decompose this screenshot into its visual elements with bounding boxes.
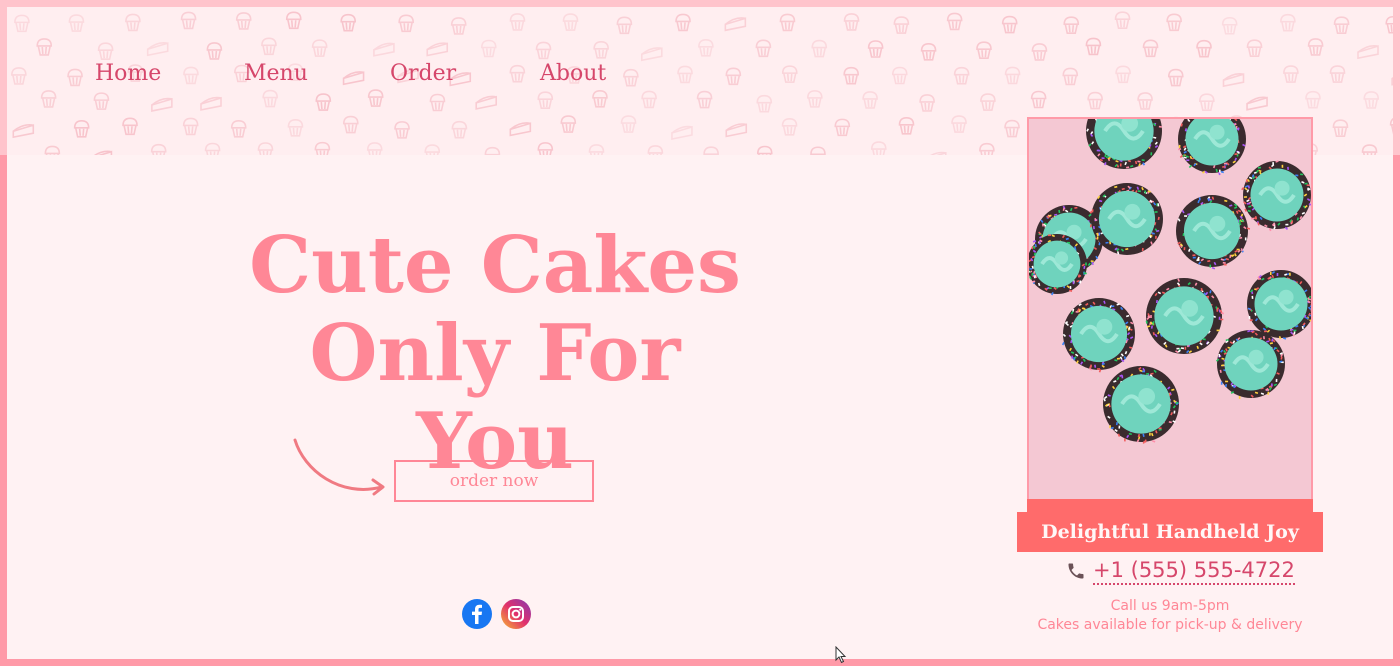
frame-left xyxy=(0,155,7,666)
frame-right xyxy=(1393,155,1400,666)
curved-arrow-icon xyxy=(293,438,385,496)
instagram-icon[interactable] xyxy=(501,599,531,629)
frame-right-top xyxy=(1393,0,1400,155)
nav-menu[interactable]: Menu xyxy=(244,61,308,86)
cupcakes-image xyxy=(1029,119,1311,502)
availability-text: Cakes available for pick-up & delivery xyxy=(1037,617,1303,633)
hero-title-line1: Cute Cakes xyxy=(249,220,741,311)
phone-icon xyxy=(1068,563,1084,579)
frame-left-top xyxy=(0,0,7,155)
cupcakes-photo xyxy=(1027,117,1313,504)
nav-order[interactable]: Order xyxy=(390,61,456,86)
nav-home[interactable]: Home xyxy=(95,61,161,86)
nav-about[interactable]: About xyxy=(540,61,606,86)
facebook-icon[interactable] xyxy=(462,599,492,629)
order-now-button[interactable]: order now xyxy=(394,460,594,502)
phone-number[interactable]: +1 (555) 555-4722 xyxy=(1093,557,1295,585)
banner-top xyxy=(1027,499,1313,512)
frame-top xyxy=(0,0,1400,7)
mouse-cursor-icon xyxy=(835,646,847,664)
hours-text: Call us 9am-5pm xyxy=(1110,598,1230,614)
frame-bottom xyxy=(0,659,1400,666)
card-banner: Delightful Handheld Joy xyxy=(1017,512,1323,552)
